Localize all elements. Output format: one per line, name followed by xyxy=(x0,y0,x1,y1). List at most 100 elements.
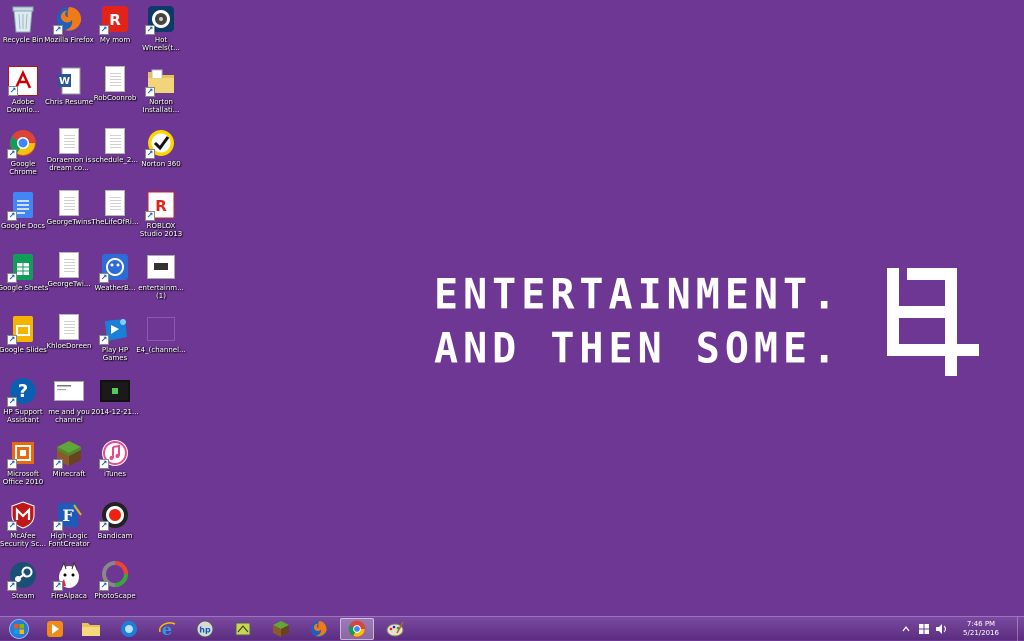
desktop-icon-google-docs[interactable]: ↗ Google Docs xyxy=(0,190,46,248)
desktop-icon-steam[interactable]: ↗ Steam xyxy=(0,560,46,618)
desktop-icon-ms-office[interactable]: ↗ Microsoft Office 2010 xyxy=(0,438,46,496)
shortcut-arrow-icon: ↗ xyxy=(7,581,17,591)
taskbar-internet-explorer-button[interactable]: e xyxy=(150,618,184,640)
start-button[interactable] xyxy=(4,618,34,640)
desktop-icon-georgetwins[interactable]: GeorgeTwins xyxy=(46,190,92,248)
desktop-icon-google-slides[interactable]: ↗ Google Slides xyxy=(0,314,47,372)
shortcut-arrow-icon: ↗ xyxy=(99,335,109,345)
taskbar-file-explorer-button[interactable] xyxy=(74,618,108,640)
desktop-icon-label: My mom xyxy=(99,36,131,44)
desktop-icon-georgetwi[interactable]: GeorgeTwi... xyxy=(46,252,92,310)
taskbar-blue-orb-button[interactable] xyxy=(112,618,146,640)
font-file-icon xyxy=(146,252,176,282)
desktop-icon-roblox-studio[interactable]: R ↗ ROBLOX Studio 2013 xyxy=(138,190,184,248)
taskbar-hp-button[interactable]: hp xyxy=(188,618,222,640)
desktop-icon-label: RobCoonrob xyxy=(93,94,137,102)
desktop-icon-label: Steam xyxy=(11,592,35,600)
taskbar-chrome-button[interactable] xyxy=(340,618,374,640)
desktop-icon-firefox[interactable]: ↗ Mozilla Firefox xyxy=(44,4,94,62)
desktop-icon-thelifeofri[interactable]: TheLifeOfRi... xyxy=(91,190,139,248)
desktop-icon-label: Chris Resume xyxy=(44,98,94,106)
tray-windows-icon[interactable] xyxy=(918,623,930,635)
desktop-icon-hot-wheels[interactable]: ↗ Hot Wheels(t... xyxy=(138,4,184,62)
weather-app-icon: ↗ xyxy=(99,252,130,283)
taskbar-paint-button[interactable] xyxy=(378,618,412,640)
shortcut-arrow-icon: ↗ xyxy=(99,581,109,591)
desktop-icon-label: schedule_2... xyxy=(92,156,138,164)
hp-logo-icon: hp xyxy=(196,620,214,638)
desktop-icon-khloedoreen[interactable]: KhloeDoreen xyxy=(46,314,92,372)
wallpaper-slogan: ENTERTAINMENT. AND THEN SOME. xyxy=(434,268,841,376)
shortcut-arrow-icon: ↗ xyxy=(7,211,17,221)
hot-wheels-icon: ↗ xyxy=(145,4,176,35)
desktop-icon-robcoonrob[interactable]: RobCoonrob xyxy=(92,66,138,124)
desktop-icon-google-sheets[interactable]: ↗ Google Sheets xyxy=(0,252,48,310)
desktop-icon-itunes[interactable]: ↗ iTunes xyxy=(92,438,138,496)
taskbar-minecraft-button[interactable] xyxy=(264,618,298,640)
taskbar-app-button[interactable] xyxy=(226,618,260,640)
tray-volume-icon[interactable] xyxy=(936,623,948,635)
desktop-icon-norton-installation[interactable]: ↗ Norton Installati... xyxy=(138,66,184,124)
folder-icon: ↗ xyxy=(145,66,176,97)
show-desktop-button[interactable] xyxy=(1017,617,1024,641)
blue-orb-icon xyxy=(121,621,137,637)
shortcut-arrow-icon: ↗ xyxy=(53,459,63,469)
desktop-icon-firealpaca[interactable]: ↗ FireAlpaca xyxy=(46,560,92,618)
desktop-icon-my-mom[interactable]: R ↗ My mom xyxy=(92,4,138,62)
itunes-icon: ↗ xyxy=(99,438,130,469)
taskbar-firefox-button[interactable] xyxy=(302,618,336,640)
desktop-icon-label: ROBLOX Studio 2013 xyxy=(139,222,183,238)
shortcut-arrow-icon: ↗ xyxy=(7,149,17,159)
svg-text:hp: hp xyxy=(199,626,211,635)
desktop-icon-weatherbug[interactable]: ↗ WeatherB... xyxy=(92,252,138,310)
shortcut-arrow-icon: ↗ xyxy=(145,87,155,97)
taskbar-clock[interactable]: 7:46 PM 5/21/2016 xyxy=(951,620,1011,638)
google-docs-icon: ↗ xyxy=(7,190,38,221)
google-slides-icon: ↗ xyxy=(7,314,38,345)
desktop-icon-entertainment[interactable]: entertainm... (1) xyxy=(138,252,184,310)
desktop-icon-google-chrome[interactable]: ↗ Google Chrome xyxy=(0,128,46,186)
desktop[interactable]: Recycle Bin ↗ Adobe Downlo... ↗ Google C… xyxy=(0,0,1024,616)
google-sheets-icon: ↗ xyxy=(7,252,38,283)
desktop-icon-e4-channel[interactable]: E4_(channel... xyxy=(136,314,186,372)
shortcut-arrow-icon: ↗ xyxy=(7,273,17,283)
show-hidden-icons-button[interactable] xyxy=(900,623,912,635)
desktop-icon-doraemon[interactable]: Doraemon is dream co... xyxy=(46,128,92,186)
windows-logo-icon xyxy=(9,619,29,639)
desktop-icon-label: Doraemon is dream co... xyxy=(46,156,92,172)
norton-checkmark-icon: ↗ xyxy=(145,128,176,159)
desktop-icon-recycle-bin[interactable]: Recycle Bin xyxy=(0,4,46,62)
shortcut-arrow-icon: ↗ xyxy=(7,397,17,407)
wallpaper-line-1: ENTERTAINMENT. xyxy=(434,270,842,320)
desktop-icon-minecraft[interactable]: ↗ Minecraft xyxy=(46,438,92,496)
desktop-icon-norton-360[interactable]: ↗ Norton 360 xyxy=(138,128,184,186)
mcafee-icon: ↗ xyxy=(7,500,38,531)
svg-text:F: F xyxy=(62,506,74,525)
taskbar-media-player-button[interactable] xyxy=(38,618,72,640)
windows-flag-icon xyxy=(919,624,929,634)
desktop-icon-label: Mozilla Firefox xyxy=(44,36,94,44)
desktop-icon-label: Minecraft xyxy=(52,470,86,478)
desktop-icon-photoscape[interactable]: ↗ PhotoScape xyxy=(92,560,138,618)
desktop-icon-chris-resume[interactable]: W Chris Resume xyxy=(44,66,94,124)
desktop-icon-bandicam[interactable]: ↗ Bandicam xyxy=(92,500,138,558)
desktop-icon-hp-support[interactable]: ? ↗ HP Support Assistant xyxy=(0,376,46,434)
fontcreator-icon: F ↗ xyxy=(53,500,84,531)
recycle-bin-icon xyxy=(8,4,38,34)
desktop-icon-label: Norton Installati... xyxy=(142,98,180,114)
desktop-icon-fontcreator[interactable]: F ↗ High-Logic FontCreator xyxy=(46,500,92,558)
desktop-icon-me-and-you-channel[interactable]: me and you channel xyxy=(46,376,92,434)
document-icon xyxy=(59,252,79,278)
desktop-icon-label: FireAlpaca xyxy=(50,592,88,600)
document-icon xyxy=(59,190,79,216)
desktop-icon-video-2014[interactable]: 2014-12-21... xyxy=(91,376,139,434)
desktop-icon-adobe[interactable]: ↗ Adobe Downlo... xyxy=(0,66,46,124)
desktop-icon-mcafee[interactable]: ↗ McAfee Security Sc... xyxy=(0,500,46,558)
desktop-icon-label: Recycle Bin xyxy=(2,36,44,44)
minecraft-grass-block-icon xyxy=(273,621,289,637)
desktop-icon-schedule[interactable]: schedule_2... xyxy=(92,128,138,186)
word-document-icon: W xyxy=(54,66,84,96)
desktop-icon-play-hp-games[interactable]: ↗ Play HP Games xyxy=(92,314,138,372)
shortcut-arrow-icon: ↗ xyxy=(53,521,63,531)
desktop-icon-label: WeatherB... xyxy=(94,284,136,292)
